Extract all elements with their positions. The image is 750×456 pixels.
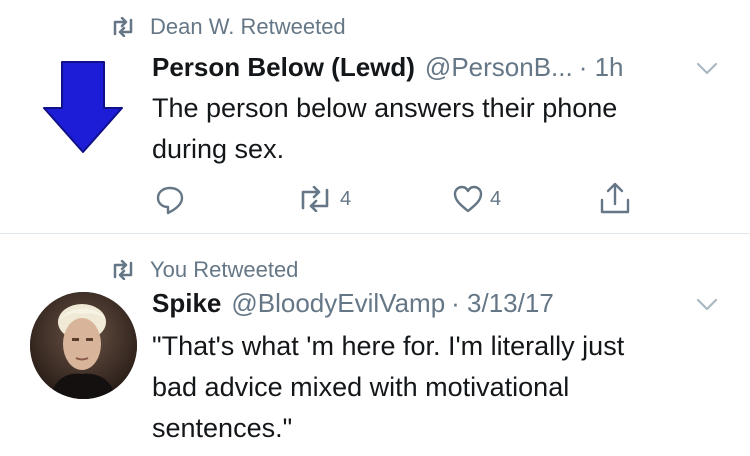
tweet-text: "That's what 'm here for. I'm literally … [152, 326, 732, 449]
tweet-text-line: sentences." [152, 413, 293, 443]
retweet-icon [296, 186, 334, 212]
tweet-time[interactable]: · 1h [579, 52, 624, 83]
avatar[interactable] [30, 292, 137, 399]
reply-icon [154, 184, 186, 216]
retweet-icon [110, 260, 136, 280]
chevron-down-icon[interactable] [696, 62, 718, 76]
reply-button[interactable] [154, 184, 192, 216]
retweet-icon [110, 17, 136, 37]
retweet-count: 4 [340, 187, 352, 210]
tweet-header: Person Below (Lewd) @PersonB... · 1h [152, 52, 624, 83]
tweet-text-line: bad advice mixed with motivational [152, 372, 570, 402]
tweet-time[interactable]: · 3/13/17 [451, 288, 554, 319]
tweet-text-line: The person below answers their phone [152, 93, 618, 123]
tweet-text-line: "That's what 'm here for. I'm literally … [152, 331, 625, 361]
tweet-card-2[interactable]: You Retweeted Spike @BloodyEvilVamp · 3/… [0, 234, 750, 456]
share-button[interactable] [598, 180, 632, 216]
tweet-card-1[interactable]: Dean W. Retweeted Person Below (Lewd) @P… [0, 0, 750, 233]
down-arrow-icon [40, 56, 126, 156]
tweet-text-line: during sex. [152, 134, 285, 164]
heart-icon [452, 184, 484, 214]
like-button[interactable]: 4 [452, 184, 501, 214]
user-handle[interactable]: @BloodyEvilVamp [231, 288, 445, 319]
retweeted-by-label: Dean W. Retweeted [150, 14, 346, 39]
display-name[interactable]: Spike [152, 288, 221, 319]
retweeted-by-label: You Retweeted [150, 257, 299, 282]
display-name[interactable]: Person Below (Lewd) [152, 52, 415, 83]
retweeted-by-row: You Retweeted [110, 257, 298, 283]
chevron-down-icon[interactable] [696, 298, 718, 312]
share-icon [598, 180, 632, 216]
tweet-header: Spike @BloodyEvilVamp · 3/13/17 [152, 288, 554, 319]
action-bar: 4 4 [0, 180, 750, 220]
user-handle[interactable]: @PersonB... [425, 52, 573, 83]
retweet-button[interactable]: 4 [296, 186, 351, 212]
like-count: 4 [490, 187, 502, 210]
tweet-text: The person below answers their phone dur… [152, 88, 732, 170]
retweeted-by-row: Dean W. Retweeted [110, 14, 346, 40]
